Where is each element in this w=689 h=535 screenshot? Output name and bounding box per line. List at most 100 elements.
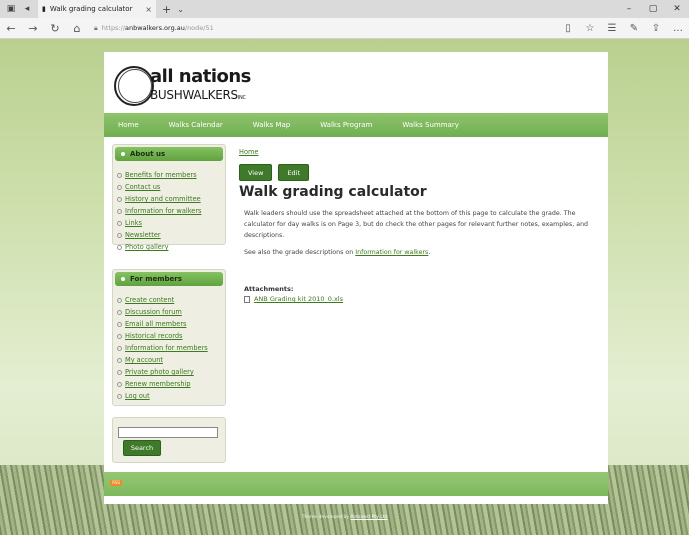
local-tabs: View Edit <box>239 164 315 181</box>
members-item: Historical records <box>117 330 225 342</box>
search-block: Search <box>112 417 226 463</box>
see-also-text: See also the grade descriptions on <box>244 249 356 256</box>
bullet-icon <box>117 333 122 339</box>
page-title: Walk grading calculator <box>239 184 427 200</box>
forward-icon[interactable]: → <box>22 22 44 35</box>
url-field[interactable]: 🔒︎ https:// anbwalkers.org.au /node/51 <box>94 21 524 35</box>
logo-line2: BUSHWALKERSINC <box>150 88 246 102</box>
attachment-link[interactable]: ANB Grading kit 2010_0.xls <box>254 295 343 303</box>
share-icon[interactable]: ⇪ <box>645 23 667 34</box>
bullet-icon <box>117 232 122 238</box>
breadcrumb[interactable]: Home <box>239 148 258 156</box>
nav-walks-program[interactable]: Walks Program <box>312 121 380 129</box>
link-links[interactable]: Links <box>125 219 142 227</box>
link-photo-gallery[interactable]: Photo gallery <box>125 243 168 251</box>
favorites-hub-icon[interactable]: ☰ <box>601 23 623 34</box>
members-item: My account <box>117 354 225 366</box>
nav-walks-calendar[interactable]: Walks Calendar <box>161 121 231 129</box>
nav-walks-map[interactable]: Walks Map <box>245 121 298 129</box>
credit-link[interactable]: Antsnest Pty Ltd <box>350 515 387 520</box>
maximize-button[interactable]: ▢ <box>641 0 665 18</box>
logo-line1: all nations <box>150 66 251 87</box>
link-historical-records[interactable]: Historical records <box>125 332 182 340</box>
url-host: anbwalkers.org.au <box>125 24 185 32</box>
link-info-members[interactable]: Information for members <box>125 344 208 352</box>
bullet-icon <box>117 309 122 315</box>
tab-back-icon[interactable]: ◂ <box>22 4 32 14</box>
members-item: Create content <box>117 294 225 306</box>
link-info-walkers-inline[interactable]: Information for walkers <box>355 249 428 256</box>
tab-view[interactable]: View <box>239 164 273 181</box>
main-nav: Home Walks Calendar Walks Map Walks Prog… <box>104 113 608 137</box>
url-scheme: https:// <box>101 24 126 32</box>
back-icon[interactable]: ← <box>0 22 22 35</box>
reading-view-icon[interactable]: ▯ <box>557 23 579 34</box>
link-create-content[interactable]: Create content <box>125 296 174 304</box>
new-tab-button[interactable]: + <box>162 3 171 16</box>
minimize-button[interactable]: – <box>617 0 641 18</box>
pen-icon[interactable]: ✎ <box>623 23 645 34</box>
see-also-paragraph: See also the grade descriptions on Infor… <box>244 249 594 256</box>
bullet-icon <box>121 152 125 156</box>
members-item: Renew membership <box>117 378 225 390</box>
bullet-icon <box>121 277 125 281</box>
link-benefits[interactable]: Benefits for members <box>125 171 197 179</box>
members-item: Log out <box>117 390 225 402</box>
nav-home[interactable]: Home <box>110 121 147 129</box>
for-members-title: For members <box>130 275 182 283</box>
logo-suffix: INC <box>237 95 246 101</box>
link-contact-us[interactable]: Contact us <box>125 183 160 191</box>
lock-icon: 🔒︎ <box>94 23 98 32</box>
tab-close-icon[interactable]: × <box>145 5 152 14</box>
site-logo[interactable]: all nations BUSHWALKERSINC <box>112 64 252 110</box>
link-renew-membership[interactable]: Renew membership <box>125 380 191 388</box>
browser-tab[interactable]: ▮ Walk grading calculator × <box>38 0 156 18</box>
link-info-walkers[interactable]: Information for walkers <box>125 207 201 215</box>
see-also-suffix: . <box>428 249 431 256</box>
credit-text: Theme developed by <box>301 515 351 520</box>
link-my-account[interactable]: My account <box>125 356 163 364</box>
home-icon[interactable]: ⌂ <box>66 22 88 35</box>
link-log-out[interactable]: Log out <box>125 392 150 400</box>
link-email-members[interactable]: Email all members <box>125 320 186 328</box>
attachments-heading: Attachments: <box>244 285 294 293</box>
about-item: Contact us <box>117 181 225 193</box>
about-us-list: Benefits for members Contact us History … <box>113 169 225 253</box>
about-item: Information for walkers <box>117 205 225 217</box>
bullet-icon <box>117 369 122 375</box>
favicon-icon: ▮ <box>42 5 46 13</box>
rss-icon[interactable]: RSS <box>110 480 122 486</box>
tab-list-icon[interactable]: ⌄ <box>177 5 184 14</box>
link-history[interactable]: History and committee <box>125 195 201 203</box>
for-members-list: Create content Discussion forum Email al… <box>113 294 225 402</box>
bullet-icon <box>117 184 122 190</box>
tab-actions-icon[interactable]: ▣ <box>6 4 16 14</box>
link-discussion-forum[interactable]: Discussion forum <box>125 308 182 316</box>
bullet-icon <box>117 196 122 202</box>
about-us-title: About us <box>130 150 166 158</box>
about-item: Benefits for members <box>117 169 225 181</box>
tab-title: Walk grading calculator <box>49 5 133 13</box>
about-item: Links <box>117 217 225 229</box>
bullet-icon <box>117 297 122 303</box>
link-newsletter[interactable]: Newsletter <box>125 231 161 239</box>
bullet-icon <box>117 357 122 363</box>
search-button[interactable]: Search <box>123 440 161 456</box>
more-icon[interactable]: … <box>667 23 689 34</box>
bullet-icon <box>117 393 122 399</box>
refresh-icon[interactable]: ↻ <box>44 22 66 35</box>
nav-walks-summary[interactable]: Walks Summary <box>394 121 466 129</box>
about-us-block: About us Benefits for members Contact us… <box>112 144 226 251</box>
site-container: all nations BUSHWALKERSINC Home Walks Ca… <box>104 52 608 504</box>
close-window-button[interactable]: ✕ <box>665 0 689 18</box>
tab-edit[interactable]: Edit <box>278 164 310 181</box>
members-item: Email all members <box>117 318 225 330</box>
bullet-icon <box>117 345 122 351</box>
members-item: Information for members <box>117 342 225 354</box>
bullet-icon <box>117 321 122 327</box>
search-input[interactable] <box>118 427 218 438</box>
link-private-gallery[interactable]: Private photo gallery <box>125 368 194 376</box>
favorite-star-icon[interactable]: ☆ <box>579 23 601 34</box>
logo-line2-text: BUSHWALKERS <box>150 88 238 102</box>
bullet-icon <box>117 244 122 250</box>
